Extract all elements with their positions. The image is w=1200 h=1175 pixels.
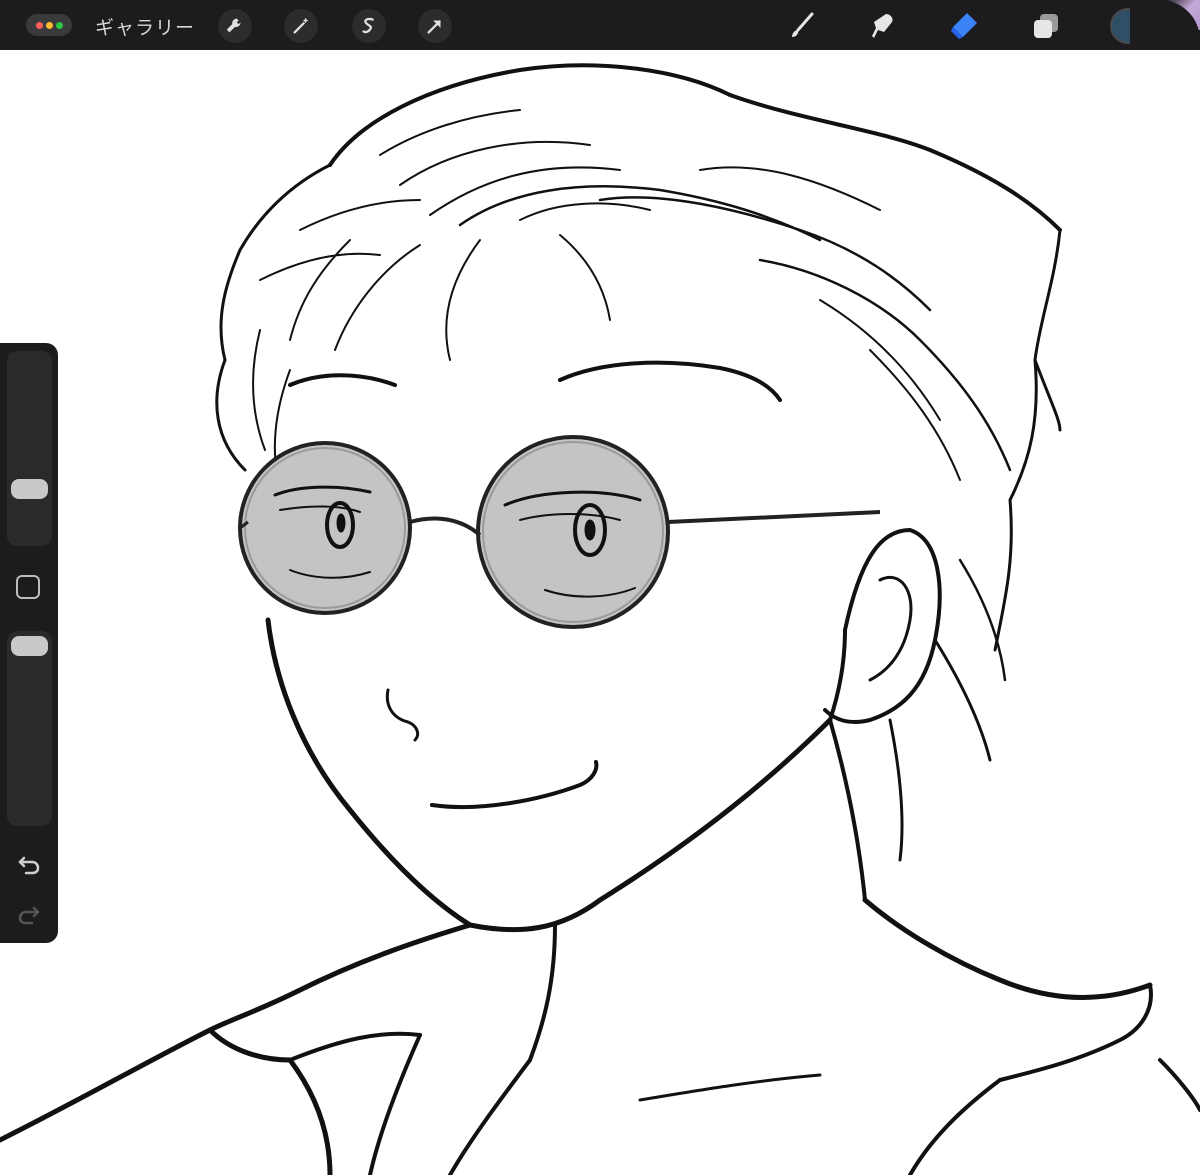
line-art-drawing (0, 63, 1200, 1175)
sidebar (0, 343, 58, 943)
eraser-icon[interactable] (946, 8, 982, 44)
selection-icon[interactable] (352, 9, 386, 43)
magic-wand-icon[interactable] (284, 9, 318, 43)
dot-yellow (45, 21, 53, 29)
opacity-slider[interactable] (7, 631, 52, 826)
modify-button[interactable] (16, 575, 40, 599)
top-toolbar: ギャラリー (0, 0, 1200, 50)
more-options-button[interactable] (26, 14, 72, 36)
layers-icon[interactable] (1028, 8, 1064, 44)
drawing-canvas[interactable] (0, 50, 1200, 1175)
dot-red (35, 21, 43, 29)
wrench-icon[interactable] (218, 9, 252, 43)
glasses (238, 435, 881, 629)
undo-icon[interactable] (16, 851, 42, 877)
opacity-slider-thumb[interactable] (11, 636, 48, 656)
dot-green (55, 21, 63, 29)
gallery-button[interactable]: ギャラリー (95, 13, 195, 40)
transform-arrow-icon[interactable] (418, 9, 452, 43)
size-slider[interactable] (7, 351, 52, 546)
brush-icon[interactable] (784, 8, 820, 44)
redo-icon[interactable] (16, 901, 42, 927)
size-slider-thumb[interactable] (11, 479, 48, 499)
smudge-icon[interactable] (864, 8, 900, 44)
